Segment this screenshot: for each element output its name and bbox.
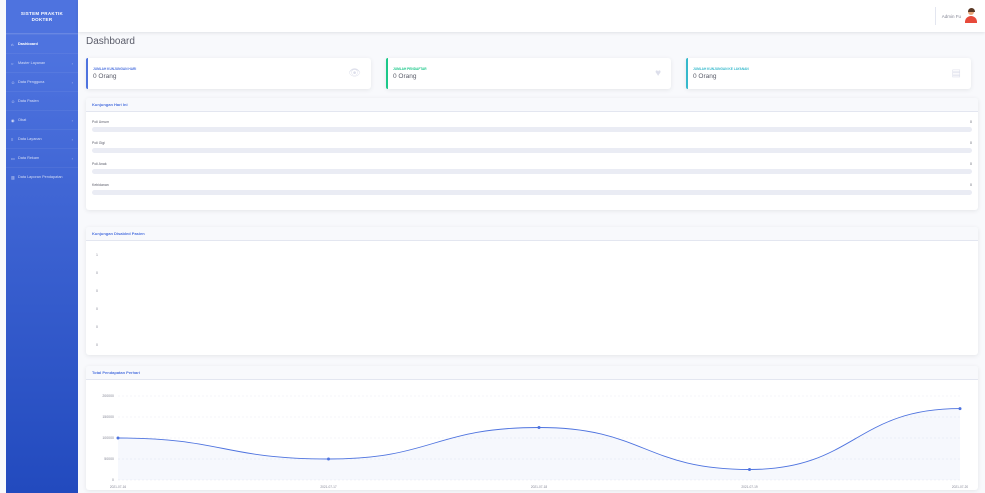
sidebar: SISTEM PRAKTIK DOKTER ⌂ Dashboard ○ Master … xyxy=(6,0,78,493)
chart-icon: ▥ xyxy=(11,174,15,180)
pill-icon: ◉ xyxy=(11,117,15,123)
sidebar-item-obat[interactable]: ◉ Obat › xyxy=(6,110,78,129)
page-title: Dashboard xyxy=(86,36,135,47)
sidebar-item-label: Data Rekam xyxy=(18,156,40,160)
sidebar-item-data-pasien[interactable]: ☺ Data Pasien xyxy=(6,91,78,110)
data-point xyxy=(537,426,541,429)
sidebar-item-label: Data Pasien xyxy=(18,99,39,103)
stat-card-registrants: Jumlah Pendaftar 0 Orang ♥ xyxy=(386,58,671,89)
chevron-right-icon: › xyxy=(71,155,73,161)
sidebar-item-label: Data Layanan xyxy=(18,137,42,141)
progress-value: 0 xyxy=(970,162,972,166)
data-point xyxy=(116,436,120,440)
stat-accent-bar xyxy=(86,58,88,89)
sidebar-item-data-layanan[interactable]: ≡ Data Layanan › xyxy=(6,129,78,148)
income-chart: 0 50000 100000 150000 200000 2021-07-16 2021-0… xyxy=(102,394,969,489)
stat-value: 0 Orang xyxy=(393,73,417,80)
progress-value: 0 xyxy=(970,183,972,187)
heart-icon: ♥ xyxy=(655,68,661,79)
progress-row: Poli Umum 0 xyxy=(92,120,972,134)
file-icon: ▭ xyxy=(11,155,15,161)
sidebar-item-data-laporan-pendapatan[interactable]: ▥ Data Laporan Pendapatan xyxy=(6,167,78,186)
y-tick-label: 150000 xyxy=(102,415,114,419)
y-tick-label: 0 xyxy=(96,307,98,311)
y-tick-label: 0 xyxy=(96,289,98,293)
disabled-card-title: Kunjungan Disabled Pasien xyxy=(86,227,978,241)
y-tick-label: 0 xyxy=(96,271,98,275)
y-tick-label: 50000 xyxy=(104,457,114,461)
progress-label: Poli Gigi xyxy=(92,141,106,145)
sidebar-item-master-layanan[interactable]: ○ Master Layanan › xyxy=(6,53,78,72)
stat-label: Jumlah Pendaftar xyxy=(393,67,427,71)
list-icon: ≡ xyxy=(11,136,14,142)
sidebar-item-label: Data Laporan Pendapatan xyxy=(18,175,63,179)
y-tick-label: 0 xyxy=(96,343,98,347)
x-tick-label: 2021-07-19 xyxy=(741,485,758,489)
stat-label: Jumlah Kunjungan ke Layanan xyxy=(693,67,749,71)
y-tick-label: 1 xyxy=(96,253,98,257)
progress-value: 0 xyxy=(970,120,972,124)
avatar[interactable] xyxy=(965,8,977,23)
x-tick-label: 2021-07-18 xyxy=(531,485,548,489)
sidebar-item-label: Master Layanan xyxy=(18,61,46,65)
progress-track xyxy=(92,190,972,195)
topbar: Admin Fu xyxy=(78,0,985,32)
user-icon: ☺ xyxy=(11,98,16,104)
progress-label: Kebidanan xyxy=(92,183,109,187)
progress-track xyxy=(92,169,972,174)
y-tick-label: 200000 xyxy=(102,394,114,398)
progress-row: Poli Anak 0 xyxy=(92,162,972,176)
sidebar-item-data-rekam[interactable]: ▭ Data Rekam › xyxy=(6,148,78,167)
stat-accent-bar xyxy=(386,58,388,89)
chevron-right-icon: › xyxy=(71,60,73,66)
x-tick-label: 2021-07-16 xyxy=(110,485,127,489)
chevron-right-icon: › xyxy=(71,79,73,85)
circle-icon: ○ xyxy=(11,60,14,66)
y-tick-label: 0 xyxy=(112,478,114,482)
progress-track xyxy=(92,127,972,132)
clipboard-icon: ▤ xyxy=(951,68,961,79)
chevron-right-icon: › xyxy=(71,136,73,142)
sidebar-item-label: Data Pengguna xyxy=(18,80,45,84)
data-point xyxy=(748,468,751,471)
progress-label: Poli Anak xyxy=(92,162,107,166)
stat-value: 0 Orang xyxy=(93,73,117,80)
brand-logo[interactable]: SISTEM PRAKTIK DOKTER xyxy=(6,0,78,34)
chevron-right-icon: › xyxy=(71,117,73,123)
stat-accent-bar xyxy=(686,58,688,89)
brand-line2: DOKTER xyxy=(31,16,53,22)
x-tick-label: 2021-07-20 xyxy=(952,485,969,489)
topbar-divider xyxy=(934,7,936,25)
sidebar-item-label: Dashboard xyxy=(18,42,38,46)
visits-card-title: Kunjungan Hari Ini xyxy=(86,98,978,112)
series-area xyxy=(118,408,960,480)
stat-label: Jumlah Kunjungan Hari xyxy=(93,67,137,71)
stat-value: 0 Orang xyxy=(693,73,717,80)
progress-value: 0 xyxy=(970,141,972,145)
x-tick-label: 2021-07-17 xyxy=(320,485,337,489)
progress-row: Kebidanan 0 xyxy=(92,183,972,197)
progress-label: Poli Umum xyxy=(92,120,110,124)
visits-today-card: Kunjungan Hari Ini Poli Umum 0 Poli Gigi 0 P… xyxy=(86,98,978,210)
sidebar-nav: ⌂ Dashboard ○ Master Layanan › ☺ Data Pengguna… xyxy=(6,34,78,186)
income-card: Total Pendapatan Perhari 0 50000 100000 150… xyxy=(86,366,978,490)
y-tick-label: 0 xyxy=(96,325,98,329)
disabled-visits-card: Kunjungan Disabled Pasien 1 0 0 0 0 0 xyxy=(86,227,978,355)
data-point xyxy=(327,457,330,461)
stat-card-visits: Jumlah Kunjungan Hari 0 Orang 👁 xyxy=(86,58,371,89)
income-card-title: Total Pendapatan Perhari xyxy=(86,366,978,380)
stat-card-service-visits: Jumlah Kunjungan ke Layanan 0 Orang ▤ xyxy=(686,58,971,89)
y-tick-label: 100000 xyxy=(102,436,114,440)
progress-track xyxy=(92,148,972,153)
eye-icon: 👁 xyxy=(348,68,361,79)
sidebar-item-label: Obat xyxy=(18,118,27,122)
data-point xyxy=(958,407,962,411)
user-icon: ☺ xyxy=(11,79,16,85)
sidebar-item-dashboard[interactable]: ⌂ Dashboard xyxy=(6,34,78,53)
user-name[interactable]: Admin Fu xyxy=(942,14,961,19)
home-icon: ⌂ xyxy=(11,41,14,47)
sidebar-item-data-pengguna[interactable]: ☺ Data Pengguna › xyxy=(6,72,78,91)
progress-row: Poli Gigi 0 xyxy=(92,141,972,155)
